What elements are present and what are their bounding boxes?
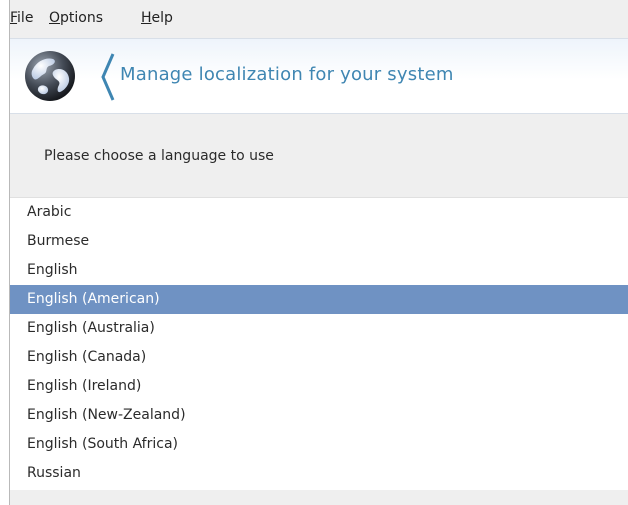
language-prompt: Please choose a language to use xyxy=(44,148,274,164)
list-item-english[interactable]: English xyxy=(10,256,628,285)
list-item-english-canada[interactable]: English (Canada) xyxy=(10,343,628,372)
header-banner: Manage localization for your system xyxy=(10,38,628,114)
globe-icon xyxy=(25,51,75,101)
menu-options[interactable]: Options xyxy=(49,10,103,26)
window-bottom-edge xyxy=(10,490,628,505)
list-item-russian[interactable]: Russian xyxy=(10,459,628,488)
list-item-burmese[interactable]: Burmese xyxy=(10,227,628,256)
language-list[interactable]: Arabic Burmese English English (American… xyxy=(10,197,628,491)
banner-separator-icon xyxy=(101,53,115,101)
list-item-english-south-africa[interactable]: English (South Africa) xyxy=(10,430,628,459)
list-item-arabic[interactable]: Arabic xyxy=(10,198,628,227)
banner-title: Manage localization for your system xyxy=(120,64,454,85)
list-item-english-new-zealand[interactable]: English (New-Zealand) xyxy=(10,401,628,430)
menubar: File Options Help xyxy=(10,0,628,35)
list-item-english-american[interactable]: English (American) xyxy=(10,285,628,314)
menu-file[interactable]: File xyxy=(10,10,33,26)
menu-help[interactable]: Help xyxy=(141,10,173,26)
list-item-english-ireland[interactable]: English (Ireland) xyxy=(10,372,628,401)
list-item-english-australia[interactable]: English (Australia) xyxy=(10,314,628,343)
